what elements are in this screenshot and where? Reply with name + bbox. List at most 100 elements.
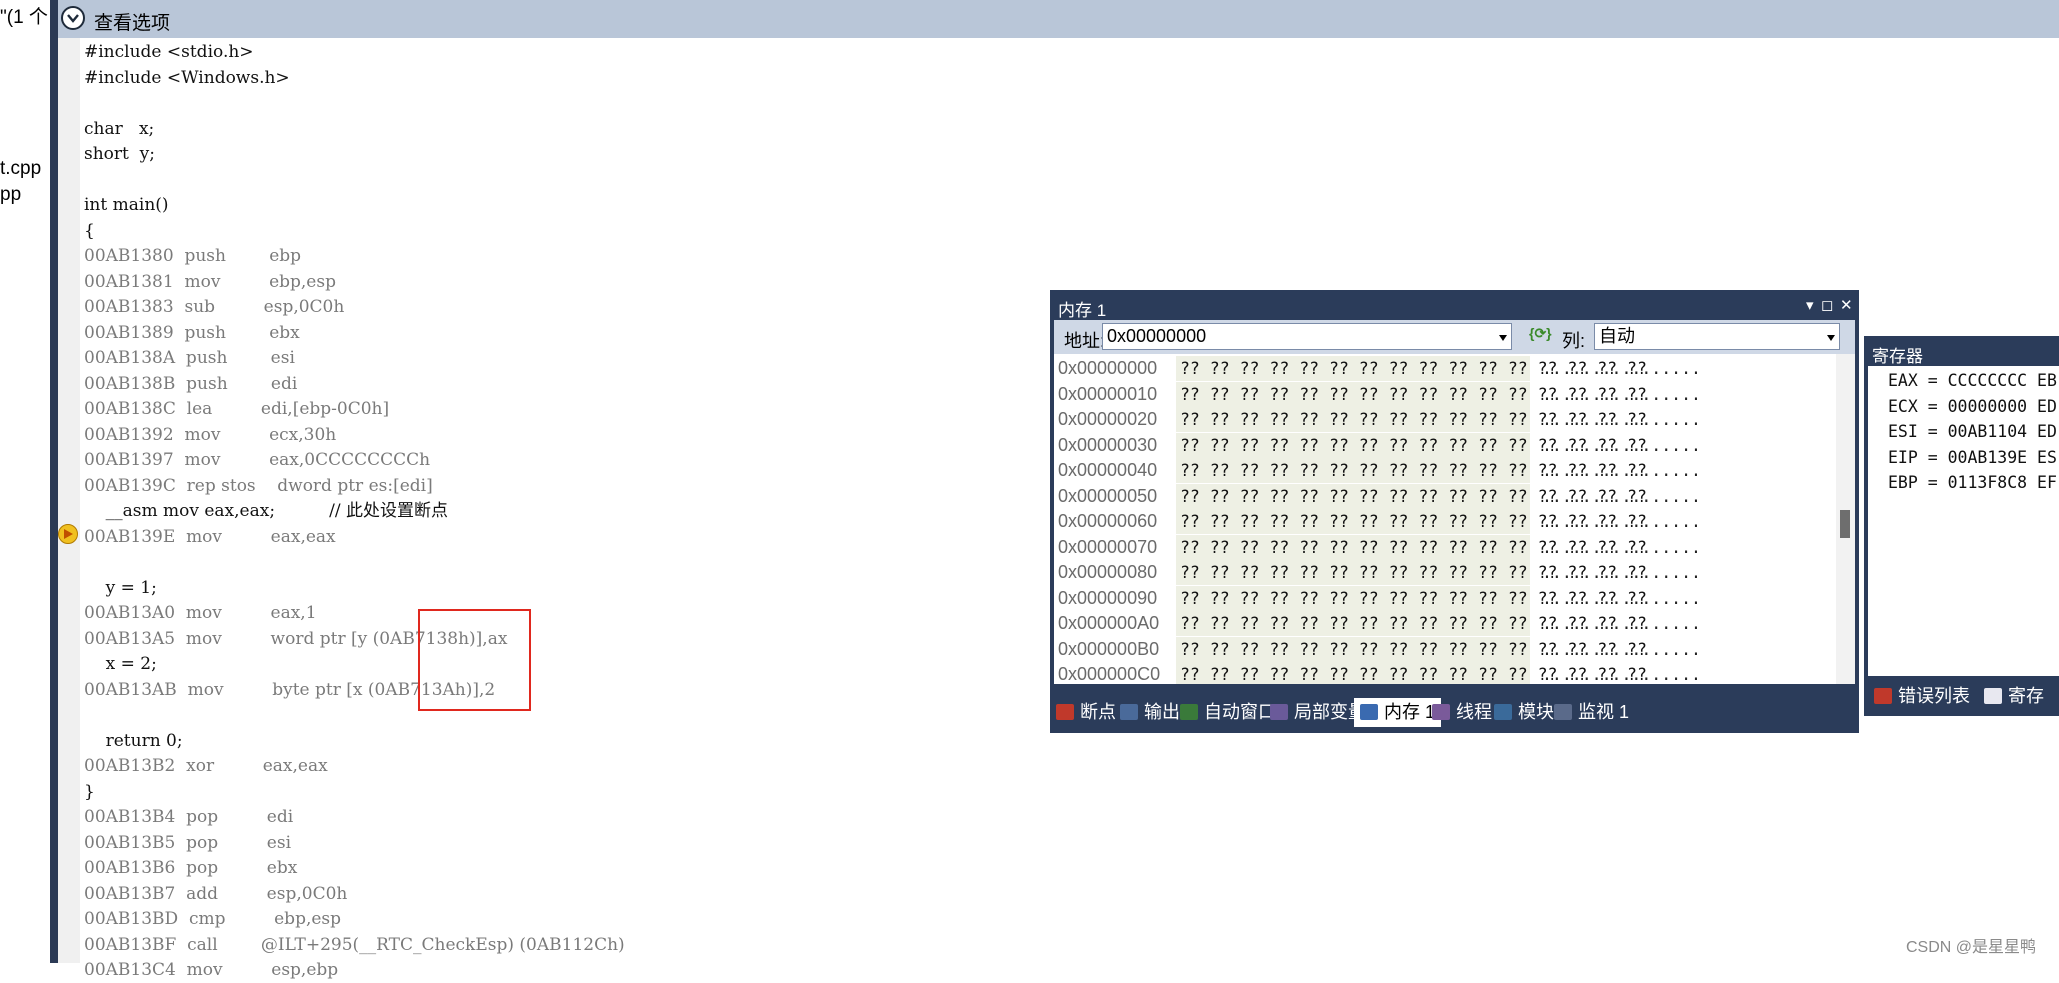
disassembly-line: 00AB1392 mov ecx,30h (84, 424, 337, 445)
tab-breakpoint[interactable]: 断点 (1056, 698, 1116, 727)
memory-window-titlebar[interactable]: 内存 1 ▾ ◻ ✕ (1050, 290, 1859, 320)
disassembly-line: 00AB1380 push ebp (84, 246, 302, 266)
memory-row-ascii[interactable]: ................ (1542, 433, 1701, 458)
disassembly-line: 00AB1383 sub esp,0C0h (84, 297, 345, 317)
memory-row-ascii[interactable]: ................ (1542, 637, 1701, 662)
chevron-down-icon[interactable] (1827, 335, 1835, 341)
memory-row-ascii[interactable]: ................ (1542, 458, 1701, 483)
memory-row[interactable]: 0x00000040 ?? ?? ?? ?? ?? ?? ?? ?? ?? ?? … (1054, 458, 1836, 483)
memory-row-bytes[interactable]: ?? ?? ?? ?? ?? ?? ?? ?? ?? ?? ?? ?? ?? ?… (1176, 407, 1647, 432)
register-row[interactable]: ECX = 00000000 ED (1888, 397, 2057, 416)
memory-row-bytes[interactable]: ?? ?? ?? ?? ?? ?? ?? ?? ?? ?? ?? ?? ?? ?… (1176, 458, 1647, 483)
maximize-icon[interactable]: ◻ (1821, 296, 1833, 314)
refresh-icon[interactable]: {⟳} (1529, 325, 1553, 347)
memory-row-ascii[interactable]: ................ (1542, 535, 1701, 560)
disassembly-line: 00AB13B2 xor eax,eax (84, 756, 328, 776)
disassembly-line: 00AB13C4 mov esp,ebp (84, 960, 339, 980)
memory-row[interactable]: 0x00000020 ?? ?? ?? ?? ?? ?? ?? ?? ?? ?? … (1054, 407, 1836, 432)
tab-memory[interactable]: 内存 1 (1354, 698, 1442, 727)
memory-row-ascii[interactable]: ................ (1542, 586, 1701, 611)
columns-select[interactable]: 自动 (1594, 323, 1840, 350)
memory-row-bytes[interactable]: ?? ?? ?? ?? ?? ?? ?? ?? ?? ?? ?? ?? ?? ?… (1176, 611, 1647, 636)
memory-content[interactable]: 0x00000000 ?? ?? ?? ?? ?? ?? ?? ?? ?? ?? … (1054, 354, 1836, 684)
scrollbar-thumb[interactable] (1840, 510, 1850, 538)
error-list-icon (1874, 688, 1892, 704)
left-text-3[interactable]: pp (0, 184, 21, 206)
memory-row[interactable]: 0x00000090 ?? ?? ?? ?? ?? ?? ?? ?? ?? ?? … (1054, 585, 1836, 611)
source-line: __asm mov eax,eax; // 此处设置断点 (84, 501, 448, 521)
tab-error-list[interactable]: 错误列表 (1874, 682, 1970, 711)
memory-row[interactable]: 0x00000000 ?? ?? ?? ?? ?? ?? ?? ?? ?? ?? … (1054, 356, 1836, 381)
memory-row[interactable]: 0x000000C0 ?? ?? ?? ?? ?? ?? ?? ?? ?? ?? … (1054, 662, 1836, 684)
memory-row-address: 0x00000020 (1058, 409, 1158, 429)
memory-row-bytes[interactable]: ?? ?? ?? ?? ?? ?? ?? ?? ?? ?? ?? ?? ?? ?… (1176, 534, 1647, 560)
register-row[interactable]: EBP = 0113F8C8 EF (1888, 473, 2057, 492)
address-label: 地址: (1064, 331, 1106, 351)
memory-row-ascii[interactable]: ................ (1542, 356, 1701, 381)
memory-row-bytes[interactable]: ?? ?? ?? ?? ?? ?? ?? ?? ?? ?? ?? ?? ?? ?… (1176, 560, 1647, 585)
memory-row-ascii[interactable]: ................ (1542, 382, 1701, 407)
tab-watch[interactable]: 监视 1 (1554, 698, 1629, 727)
memory-row[interactable]: 0x00000050 ?? ?? ?? ?? ?? ?? ?? ?? ?? ?? … (1054, 483, 1836, 509)
address-value: 0x00000000 (1107, 326, 1207, 346)
memory-row-ascii[interactable]: ................ (1542, 509, 1701, 534)
memory-row-bytes[interactable]: ?? ?? ?? ?? ?? ?? ?? ?? ?? ?? ?? ?? ?? ?… (1176, 662, 1647, 684)
memory-row-address: 0x000000A0 (1058, 613, 1160, 633)
memory-row[interactable]: 0x000000B0 ?? ?? ?? ?? ?? ?? ?? ?? ?? ?? … (1054, 636, 1836, 662)
memory-row[interactable]: 0x00000080 ?? ?? ?? ?? ?? ?? ?? ?? ?? ?? … (1054, 560, 1836, 585)
memory-row-ascii[interactable]: ................ (1542, 484, 1701, 509)
disassembly-line: 00AB139C rep stos dword ptr es:[edi] (84, 475, 433, 496)
memory-row-bytes[interactable]: ?? ?? ?? ?? ?? ?? ?? ?? ?? ?? ?? ?? ?? ?… (1176, 381, 1647, 407)
memory-row[interactable]: 0x00000010 ?? ?? ?? ?? ?? ?? ?? ?? ?? ?? … (1054, 381, 1836, 407)
vertical-scrollbar[interactable] (1836, 354, 1855, 684)
tab-registers[interactable]: 寄存 (1984, 682, 2044, 711)
disassembly-line: 00AB138B push edi (84, 373, 298, 394)
register-row[interactable]: ESI = 00AB1104 ED (1888, 422, 2057, 441)
memory-window-title: 内存 1 (1058, 301, 1107, 320)
close-icon[interactable]: ✕ (1840, 296, 1853, 314)
memory-window[interactable]: 内存 1 ▾ ◻ ✕ 地址: 0x00000000 {⟳} 列: 自动 0x00… (1050, 290, 1859, 733)
memory-row-address: 0x00000090 (1058, 587, 1158, 608)
memory-row-ascii[interactable]: ................ (1542, 407, 1701, 432)
source-line: } (84, 781, 95, 802)
memory-row-bytes[interactable]: ?? ?? ?? ?? ?? ?? ?? ?? ?? ?? ?? ?? ?? ?… (1176, 636, 1647, 662)
columns-label: 列: (1562, 331, 1586, 351)
memory-icon (1360, 704, 1378, 720)
tab-threads[interactable]: 线程 (1432, 698, 1492, 727)
memory-row-bytes[interactable]: ?? ?? ?? ?? ?? ?? ?? ?? ?? ?? ?? ?? ?? ?… (1176, 483, 1647, 509)
registers-window[interactable]: 寄存器 EAX = CCCCCCCC EB ECX = 00000000 ED ES… (1864, 336, 2059, 716)
view-options-label[interactable]: 查看选项 (94, 8, 170, 35)
disassembly-line: 00AB1389 push ebx (84, 322, 300, 343)
memory-row-bytes[interactable]: ?? ?? ?? ?? ?? ?? ?? ?? ?? ?? ?? ?? ?? ?… (1176, 509, 1647, 534)
registers-content[interactable]: EAX = CCCCCCCC EB ECX = 00000000 ED ESI = … (1868, 366, 2059, 676)
register-row[interactable]: EIP = 00AB139E ES (1888, 448, 2057, 467)
tab-locals[interactable]: 局部变量 (1270, 698, 1366, 727)
breakpoint-gutter[interactable] (58, 38, 80, 963)
highlight-box (418, 609, 531, 711)
disassembly-line: 00AB139E mov eax,eax (84, 526, 336, 547)
memory-row-bytes[interactable]: ?? ?? ?? ?? ?? ?? ?? ?? ?? ?? ?? ?? ?? ?… (1176, 356, 1647, 381)
left-text-2[interactable]: t.cpp (0, 158, 41, 180)
memory-row-ascii[interactable]: ................ (1542, 611, 1701, 636)
memory-row-bytes[interactable]: ?? ?? ?? ?? ?? ?? ?? ?? ?? ?? ?? ?? ?? ?… (1176, 585, 1647, 611)
memory-row[interactable]: 0x00000030 ?? ?? ?? ?? ?? ?? ?? ?? ?? ?? … (1054, 432, 1836, 458)
memory-row[interactable]: 0x000000A0 ?? ?? ?? ?? ?? ?? ?? ?? ?? ?? … (1054, 611, 1836, 636)
threads-icon (1432, 704, 1450, 720)
dropdown-icon[interactable]: ▾ (1806, 296, 1814, 314)
register-row[interactable]: EAX = CCCCCCCC EB (1888, 371, 2057, 390)
tab-modules[interactable]: 模块 (1494, 698, 1554, 727)
source-line: #include <Windows.h> (84, 67, 290, 88)
registers-icon (1984, 688, 2002, 704)
memory-row[interactable]: 0x00000070 ?? ?? ?? ?? ?? ?? ?? ?? ?? ?? … (1054, 534, 1836, 560)
memory-row[interactable]: 0x00000060 ?? ?? ?? ?? ?? ?? ?? ?? ?? ?? … (1054, 509, 1836, 534)
disassembly-line: 00AB13B7 add esp,0C0h (84, 883, 348, 904)
tab-autos[interactable]: 自动窗口 (1180, 698, 1276, 727)
chevron-down-icon[interactable] (1499, 335, 1507, 341)
chevron-down-icon[interactable] (61, 6, 85, 30)
memory-row-bytes[interactable]: ?? ?? ?? ?? ?? ?? ?? ?? ?? ?? ?? ?? ?? ?… (1176, 432, 1647, 458)
address-input[interactable]: 0x00000000 (1102, 323, 1512, 350)
memory-row-ascii[interactable]: ................ (1542, 662, 1701, 684)
memory-row-ascii[interactable]: ................ (1542, 560, 1701, 585)
output-icon (1120, 704, 1138, 720)
tab-output[interactable]: 输出 (1120, 698, 1180, 727)
